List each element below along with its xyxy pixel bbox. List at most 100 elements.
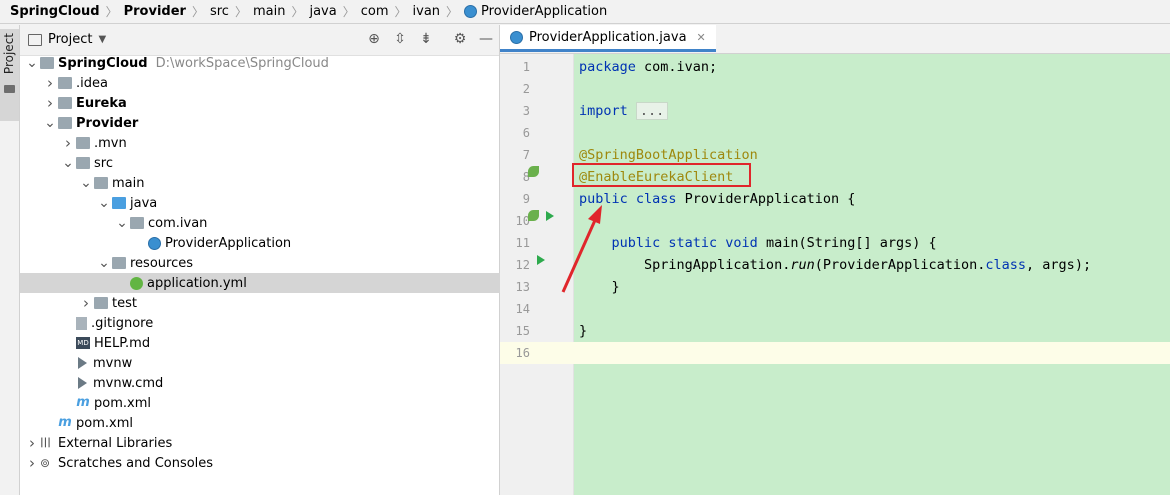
chevron-right-icon[interactable]: ›	[44, 74, 56, 92]
tree-item-label: HELP.md	[94, 335, 151, 351]
breadcrumb-item[interactable]: java 〉	[309, 3, 360, 20]
locate-icon[interactable]: ⊕	[366, 31, 382, 47]
project-panel: Project ▼ ⊕ ⇳ ⇟ ⚙ — ⌄ SpringCloud D:\workS…	[20, 25, 595, 495]
tree-item[interactable]: ⌄ Provider	[20, 113, 523, 133]
tree-item-label: java	[130, 195, 158, 211]
breadcrumb-item[interactable]: SpringCloud 〉	[10, 3, 124, 20]
code-line[interactable]: import ...	[579, 100, 669, 122]
breadcrumb-item[interactable]: src 〉	[210, 3, 253, 20]
tree-item[interactable]: ⌄ java	[20, 193, 577, 213]
code-line[interactable]: package com.ivan;	[579, 56, 717, 78]
collapse-all-icon[interactable]: ⇟	[418, 31, 434, 47]
line-number: 11	[515, 236, 530, 250]
code-area[interactable]: 1 package com.ivan; 2 3 import ... 6 7 @SpringB…	[500, 54, 1170, 495]
cmd-file-icon	[78, 377, 87, 389]
shell-file-icon	[78, 357, 87, 369]
spring-class-icon	[510, 30, 523, 44]
folder-icon	[94, 297, 108, 309]
chevron-right-icon[interactable]: ›	[26, 434, 38, 452]
tree-item[interactable]: › test	[20, 293, 559, 313]
tree-item[interactable]: MD HELP.md	[20, 333, 541, 353]
code-line[interactable]: public class ProviderApplication {	[579, 188, 855, 210]
tree-item-label: src	[94, 155, 113, 171]
line-number: 3	[522, 104, 530, 118]
folder-icon	[76, 157, 90, 169]
line-number: 12	[515, 258, 530, 272]
tree-item[interactable]: m pom.xml	[20, 413, 523, 433]
tree-item[interactable]: › ⊚ Scratches and Consoles	[20, 453, 505, 473]
tree-item-label: main	[112, 175, 145, 191]
line-number: 9	[522, 192, 530, 206]
spring-class-icon	[148, 236, 161, 250]
spring-bean-icon[interactable]	[528, 210, 539, 221]
tree-item[interactable]: › .idea	[20, 73, 523, 93]
tree-item[interactable]: ⌄ src	[20, 153, 541, 173]
tree-item[interactable]: ⌄ main	[20, 173, 559, 193]
tree-item-label: test	[112, 295, 137, 311]
tree-item[interactable]: ⌄ resources	[20, 253, 577, 273]
breadcrumb-label: Provider	[123, 4, 186, 19]
project-panel-title: Project	[48, 32, 93, 47]
chevron-down-icon[interactable]: ⌄	[62, 156, 74, 170]
tab-provider-application[interactable]: ProviderApplication.java ✕	[500, 25, 716, 52]
chevron-down-icon[interactable]: ⌄	[44, 116, 56, 130]
breadcrumb-separator-icon: 〉	[105, 5, 118, 19]
code-line[interactable]: }	[579, 276, 620, 298]
chevron-right-icon[interactable]: ›	[62, 134, 74, 152]
spring-bean-icon[interactable]	[528, 166, 539, 177]
expand-all-icon[interactable]: ⇳	[392, 31, 408, 47]
chevron-right-icon[interactable]: ›	[44, 94, 56, 112]
chevron-down-icon[interactable]: ⌄	[116, 216, 128, 230]
run-icon[interactable]	[537, 255, 545, 265]
project-view-selector[interactable]: Project ▼	[28, 32, 106, 47]
breadcrumb-item[interactable]: Provider 〉	[124, 3, 210, 20]
code-line[interactable]: SpringApplication.run(ProviderApplicatio…	[579, 254, 1091, 276]
tree-item[interactable]: › .mvn	[20, 133, 541, 153]
project-tool-window-button[interactable]: Project	[0, 29, 19, 121]
tree-item-label: mvnw.cmd	[93, 375, 164, 391]
code-line[interactable]: }	[579, 320, 587, 342]
tree-item-label: mvnw	[93, 355, 133, 371]
tree-item-label: resources	[130, 255, 194, 271]
project-path: D:\workSpace\SpringCloud	[155, 55, 329, 71]
breadcrumb-label: main	[252, 4, 286, 19]
tree-item[interactable]: ⌄ SpringCloud D:\workSpace\SpringCloud	[20, 53, 505, 73]
tree-item[interactable]: mvnw	[20, 353, 541, 373]
breadcrumb-item[interactable]: main 〉	[253, 3, 310, 20]
tree-item[interactable]: › ||| External Libraries	[20, 433, 505, 453]
chevron-down-icon[interactable]: ⌄	[98, 256, 110, 270]
line-number: 15	[515, 324, 530, 338]
breadcrumb-label: src	[209, 4, 229, 19]
gitignore-file-icon	[76, 316, 87, 330]
chevron-right-icon[interactable]: ›	[80, 294, 92, 312]
tree-item[interactable]: › Eureka	[20, 93, 523, 113]
breadcrumb-label: java	[309, 4, 337, 19]
close-icon[interactable]: ✕	[697, 31, 706, 44]
chevron-down-icon[interactable]: ⌄	[98, 196, 110, 210]
tree-item-label: pom.xml	[76, 415, 133, 431]
tree-item-label: com.ivan	[148, 215, 208, 231]
resources-folder-icon	[112, 257, 126, 269]
package-icon	[130, 217, 144, 229]
breadcrumb-item[interactable]: com 〉	[361, 3, 413, 20]
tree-item[interactable]: m pom.xml	[20, 393, 541, 413]
line-number: 10	[515, 214, 530, 228]
tree-item-label: .gitignore	[91, 315, 154, 331]
minimize-icon[interactable]: —	[478, 31, 494, 47]
code-line[interactable]: public static void main(String[] args) {	[579, 232, 937, 254]
tree-item[interactable]: .gitignore	[20, 313, 541, 333]
chevron-down-icon[interactable]: ⌄	[80, 176, 92, 190]
run-icon[interactable]	[546, 211, 554, 221]
chevron-right-icon[interactable]: ›	[26, 454, 38, 472]
breadcrumb-item[interactable]: ProviderApplication	[464, 4, 607, 19]
chevron-down-icon[interactable]: ▼	[98, 34, 106, 45]
tree-item[interactable]: mvnw.cmd	[20, 373, 541, 393]
breadcrumb-item[interactable]: ivan 〉	[413, 3, 465, 20]
tool-window-strip: Project	[0, 25, 20, 495]
breadcrumb-separator-icon: 〉	[342, 5, 355, 19]
breadcrumb-label: com	[360, 4, 389, 19]
chevron-down-icon[interactable]: ⌄	[26, 56, 38, 70]
project-folder-icon	[28, 33, 42, 46]
gear-icon[interactable]: ⚙	[452, 31, 468, 47]
breadcrumb-separator-icon: 〉	[394, 5, 407, 19]
